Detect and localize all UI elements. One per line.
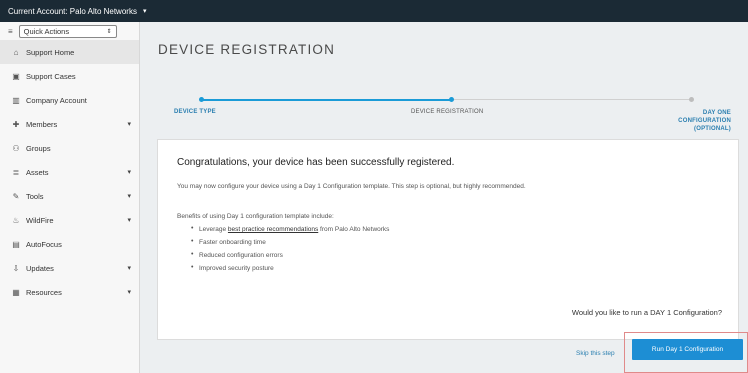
benefit-text: from Palo Alto Networks <box>318 226 390 233</box>
sidebar-item-label: Members <box>26 119 58 129</box>
main-content: DEVICE REGISTRATION DEVICE TYPE DEVICE R… <box>141 22 748 373</box>
sidebar-item-wildfire[interactable]: ♨ WildFire ▾ <box>0 208 139 232</box>
chevron-down-icon: ▾ <box>142 8 147 15</box>
step-label-day-one-configuration: DAY ONE CONFIGURATION (OPTIONAL) <box>678 110 731 132</box>
stepper-progress-line <box>201 99 451 101</box>
sidebar-item-label: Groups <box>26 143 51 153</box>
skip-step-link[interactable]: Skip this step <box>576 350 615 357</box>
day1-question: Would you like to run a DAY 1 Configurat… <box>571 308 722 317</box>
sidebar-item-assets[interactable]: ≣ Assets ▾ <box>0 160 139 184</box>
sidebar-item-resources[interactable]: ▦ Resources ▾ <box>0 280 139 304</box>
top-bar: Current Account: Palo Alto Networks ▾ <box>0 0 748 22</box>
sidebar: ≡ Quick Actions ⇕ ⌂ Support Home ▣ Suppo… <box>0 22 140 373</box>
chevron-down-icon[interactable]: ▾ <box>127 288 131 296</box>
building-icon: ▥ <box>12 95 20 105</box>
step-dot-day-one-configuration <box>689 97 694 102</box>
step-label-device-registration: DEVICE REGISTRATION <box>411 109 484 115</box>
chart-icon: ▦ <box>12 287 20 297</box>
sidebar-item-label: WildFire <box>26 215 54 225</box>
select-arrows-icon: ⇕ <box>106 28 112 35</box>
briefcase-icon: ▣ <box>12 71 20 81</box>
sidebar-item-label: Assets <box>26 167 49 177</box>
account-switcher[interactable]: Current Account: Palo Alto Networks ▾ <box>8 7 146 16</box>
download-icon: ⇩ <box>12 263 20 273</box>
list-item: Reduced configuration errors <box>191 251 389 265</box>
benefit-text: Leverage <box>199 226 228 233</box>
step-dot-device-registration <box>449 97 454 102</box>
sidebar-item-support-home[interactable]: ⌂ Support Home <box>0 40 139 64</box>
chevron-down-icon[interactable]: ▾ <box>127 192 131 200</box>
registration-success-card: Congratulations, your device has been su… <box>157 139 739 340</box>
sidebar-item-label: AutoFocus <box>26 239 62 249</box>
benefits-list: Leverage best practice recommendations f… <box>191 225 390 278</box>
sidebar-item-updates[interactable]: ⇩ Updates ▾ <box>0 256 139 280</box>
chevron-down-icon[interactable]: ▾ <box>127 216 131 224</box>
step-dot-device-type <box>199 97 204 102</box>
sidebar-item-label: Company Account <box>26 95 87 105</box>
benefits-title: Benefits of using Day 1 configuration te… <box>177 213 334 220</box>
sidebar-item-tools[interactable]: ✎ Tools ▾ <box>0 184 139 208</box>
sidebar-item-groups[interactable]: ⚇ Groups <box>0 136 139 160</box>
run-day1-configuration-button[interactable]: Run Day 1 Configuration <box>632 339 743 360</box>
stepper-remaining-line <box>452 99 692 100</box>
list-item: Improved security posture <box>191 264 389 278</box>
user-add-icon: ✚ <box>12 119 20 129</box>
step-label-device-type: DEVICE TYPE <box>174 109 216 115</box>
chevron-down-icon[interactable]: ▾ <box>127 264 131 272</box>
info-paragraph: You may now configure your device using … <box>177 183 526 190</box>
sidebar-item-label: Updates <box>26 263 54 273</box>
account-label: Current Account: Palo Alto Networks <box>8 6 137 16</box>
quick-actions-select[interactable]: Quick Actions ⇕ <box>18 24 117 38</box>
sidebar-item-members[interactable]: ✚ Members ▾ <box>0 112 139 136</box>
list-item: Leverage best practice recommendations f… <box>191 225 390 239</box>
page-title: DEVICE REGISTRATION <box>158 42 336 57</box>
assets-icon: ≣ <box>12 167 20 177</box>
chevron-down-icon[interactable]: ▾ <box>127 168 131 176</box>
sidebar-item-company-account[interactable]: ▥ Company Account <box>0 88 139 112</box>
sidebar-item-autofocus[interactable]: ▤ AutoFocus <box>0 232 139 256</box>
sidebar-item-label: Tools <box>26 191 44 201</box>
list-item: Faster onboarding time <box>191 238 389 252</box>
quick-actions-row: ≡ Quick Actions ⇕ <box>0 22 139 40</box>
sidebar-item-label: Support Cases <box>26 71 76 81</box>
success-heading: Congratulations, your device has been su… <box>177 157 455 168</box>
flame-icon: ♨ <box>12 215 20 225</box>
sidebar-item-support-cases[interactable]: ▣ Support Cases <box>0 64 139 88</box>
menu-icon[interactable]: ≡ <box>8 27 13 36</box>
group-icon: ⚇ <box>12 143 20 153</box>
home-icon: ⌂ <box>13 47 19 57</box>
quick-actions-value: Quick Actions <box>23 26 70 36</box>
wrench-icon: ✎ <box>12 191 20 201</box>
best-practice-link[interactable]: best practice recommendations <box>228 226 318 233</box>
sidebar-item-label: Resources <box>26 287 62 297</box>
bar-chart-icon: ▤ <box>12 239 20 249</box>
sidebar-item-label: Support Home <box>26 47 75 57</box>
chevron-down-icon[interactable]: ▾ <box>127 120 131 128</box>
